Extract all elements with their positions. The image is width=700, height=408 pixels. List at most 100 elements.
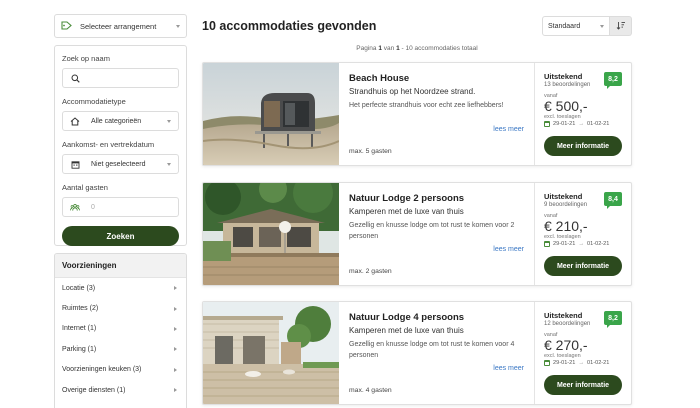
arrangement-label: Selecteer arrangement [80,21,157,31]
card-details: Natuur Lodge 2 persoons Kamperen met de … [339,183,534,285]
chevron-down-icon [176,24,180,28]
facilities-title: Voorzieningen [55,254,186,278]
card-details: Beach House Strandhuis op het Noordzee s… [339,63,534,165]
dates-select[interactable]: Niet geselecteerd [62,154,179,174]
calendar-icon [544,121,550,127]
accommodation-photo[interactable] [203,183,339,285]
arrangement-select[interactable]: Selecteer arrangement [54,14,187,38]
price-note: excl. toeslagen [544,234,581,240]
accommodation-type-label: Accommodatietype [62,97,126,106]
search-name-input[interactable] [62,68,179,88]
facility-label: Voorzieningen keuken (3) [62,366,142,374]
facility-item-kitchen[interactable]: Voorzieningen keuken (3) [55,360,186,380]
score-badge: 8,2 [604,311,622,328]
calendar-icon [544,241,550,247]
price-note: excl. toeslagen [544,353,581,359]
card-title[interactable]: Beach House [349,73,524,84]
facility-label: Overige diensten (1) [62,386,126,394]
card-description: Het perfecte strandhuis voor echt zee li… [349,102,504,109]
card-description: Gezellig en knusse lodge om tot rust te … [349,222,515,240]
search-button[interactable]: Zoeken [62,226,179,246]
filter-form: Zoek op naam Accommodatietype Alle categ… [54,45,187,246]
accommodation-photo[interactable] [203,63,339,165]
accommodation-card[interactable]: Natuur Lodge 4 persoons Kamperen met de … [202,301,632,405]
chevron-right-icon [174,388,177,393]
calendar-icon [70,160,80,169]
accommodation-photo[interactable] [203,302,339,404]
card-max-guests: max. 5 gasten [349,148,392,155]
card-subtitle: Kamperen met de luxe van thuis [349,326,464,335]
price: € 210,- [544,218,588,234]
card-description: Gezellig en knusse lodge om tot rust te … [349,341,515,359]
facility-item-parking[interactable]: Parking (1) [55,339,186,359]
chevron-right-icon [174,326,177,331]
facility-label: Internet (1) [62,325,97,333]
sort-value: Standaard [548,22,581,30]
price-note: excl. toeslagen [544,114,581,120]
chevron-down-icon [167,162,171,166]
sort-direction-button[interactable] [610,16,632,36]
card-price-panel: Uitstekend 9 beoordelingen 8,4 vanaf € 2… [534,183,631,285]
group-icon [70,203,80,212]
price: € 500,- [544,98,588,114]
search-name-label: Zoek op naam [62,54,110,63]
sort-control: Standaard [542,16,632,36]
sort-select[interactable]: Standaard [542,16,610,36]
filter-sidebar: Selecteer arrangement Zoek op naam Accom… [54,14,187,408]
facility-item-location[interactable]: Locatie (3) [55,278,186,298]
read-more-link[interactable]: lees meer [493,126,524,133]
home-icon [70,116,80,126]
results-main: 10 accommodaties gevonden Standaard Pagi… [202,14,632,57]
accommodation-type-value: Alle categorieën [91,117,142,125]
more-info-button[interactable]: Meer informatie [544,136,622,156]
more-info-button[interactable]: Meer informatie [544,256,622,276]
facility-label: Ruimtes (2) [62,305,99,313]
score-badge: 8,4 [604,192,622,209]
score-badge: 8,2 [604,72,622,89]
card-subtitle: Strandhuis op het Noordzee strand. [349,87,476,96]
chevron-right-icon [174,347,177,352]
guests-input[interactable]: 0 [62,197,179,217]
search-icon [70,74,80,83]
facility-item-rooms[interactable]: Ruimtes (2) [55,298,186,318]
stay-dates: 29-01-21 → 01-02-21 [544,121,622,127]
card-max-guests: max. 4 gasten [349,387,392,394]
chevron-down-icon [167,119,171,123]
card-price-panel: Uitstekend 13 beoordelingen 8,2 vanaf € … [534,63,631,165]
card-subtitle: Kamperen met de luxe van thuis [349,207,464,216]
read-more-link[interactable]: lees meer [493,365,524,372]
facility-label: Locatie (3) [62,284,96,292]
guests-placeholder: 0 [91,203,95,211]
facility-item-other-services[interactable]: Overige diensten (1) [55,380,186,400]
card-title[interactable]: Natuur Lodge 4 persoons [349,312,524,323]
dates-label: Aankomst- en vertrekdatum [62,140,155,149]
card-max-guests: max. 2 gasten [349,268,392,275]
facility-item-internet[interactable]: Internet (1) [55,319,186,339]
accommodation-type-select[interactable]: Alle categorieën [62,111,179,131]
card-details: Natuur Lodge 4 persoons Kamperen met de … [339,302,534,404]
more-info-button[interactable]: Meer informatie [544,375,622,395]
read-more-link[interactable]: lees meer [493,246,524,253]
calendar-icon [544,360,550,366]
chevron-right-icon [174,286,177,291]
stay-dates: 29-01-21 → 01-02-21 [544,241,622,247]
tag-icon [61,20,72,32]
facility-label: Parking (1) [62,345,97,353]
arrow-right-icon: → [578,360,584,366]
accommodation-card[interactable]: Natuur Lodge 2 persoons Kamperen met de … [202,182,632,286]
chevron-right-icon [174,367,177,372]
stay-dates: 29-01-21 → 01-02-21 [544,360,622,366]
arrow-right-icon: → [578,241,584,247]
chevron-right-icon [174,306,177,311]
guests-label: Aantal gasten [62,183,108,192]
chevron-down-icon [600,24,604,28]
results-heading: 10 accommodaties gevonden [202,19,377,33]
pagination-info: Pagina 1 van 1 - 10 accommodaties totaal [356,45,478,52]
card-title[interactable]: Natuur Lodge 2 persoons [349,193,524,204]
facilities-panel: Voorzieningen Locatie (3) Ruimtes (2) In… [54,253,187,408]
price: € 270,- [544,337,588,353]
dates-value: Niet geselecteerd [91,160,146,168]
arrow-right-icon: → [578,121,584,127]
card-price-panel: Uitstekend 12 beoordelingen 8,2 vanaf € … [534,302,631,404]
accommodation-card[interactable]: Beach House Strandhuis op het Noordzee s… [202,62,632,166]
